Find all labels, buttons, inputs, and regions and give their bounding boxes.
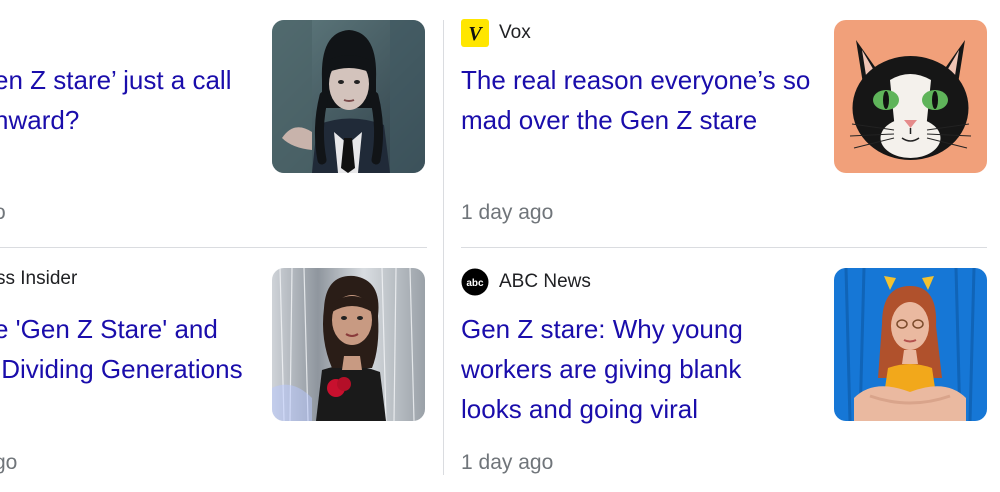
article-headline[interactable]: en Z stare’ just a call nward? [0, 60, 256, 140]
vox-logo-letter: V [468, 23, 483, 45]
article-headline[interactable]: e 'Gen Z Stare' and Dividing Generations [0, 309, 264, 389]
article-timestamp: o [0, 201, 6, 225]
source-name: Vox [499, 22, 531, 43]
article-thumbnail[interactable] [834, 268, 987, 421]
news-card-top-left[interactable]: en Z stare’ just a call nward? o [0, 0, 430, 245]
article-thumbnail[interactable] [272, 268, 425, 421]
abc-news-logo-icon: abc [461, 268, 489, 296]
article-source[interactable]: abc ABC News [461, 268, 591, 296]
thumbnail-cat-illustration-image [834, 20, 987, 173]
vox-logo-icon: V [461, 19, 489, 47]
news-card-vox[interactable]: V Vox The real reason everyone’s so mad … [461, 0, 988, 245]
article-thumbnail[interactable] [834, 20, 987, 173]
news-card-abc-news[interactable]: abc ABC News Gen Z stare: Why young work… [461, 248, 988, 492]
thumbnail-woman-blue-curtain-image [834, 268, 987, 421]
thumbnail-woman-tinsel-image [272, 268, 425, 421]
article-timestamp: 1 day ago [461, 451, 554, 474]
article-source[interactable]: V Vox [461, 19, 531, 47]
abc-logo-letters: abc [466, 278, 484, 289]
article-headline[interactable]: Gen Z stare: Why young workers are givin… [461, 309, 821, 429]
thumbnail-girl-braids-image [272, 20, 425, 173]
news-card-insider[interactable]: ss Insider e 'Gen Z Stare' and Dividing … [0, 248, 430, 492]
article-thumbnail[interactable] [272, 20, 425, 173]
source-name: ss Insider [0, 268, 78, 289]
article-headline[interactable]: The real reason everyone’s so mad over t… [461, 60, 821, 140]
source-name: ABC News [499, 271, 591, 292]
column-divider [443, 20, 444, 475]
article-timestamp: go [0, 451, 18, 474]
article-source[interactable]: ss Insider [0, 268, 77, 290]
article-timestamp: 1 day ago [461, 201, 554, 224]
